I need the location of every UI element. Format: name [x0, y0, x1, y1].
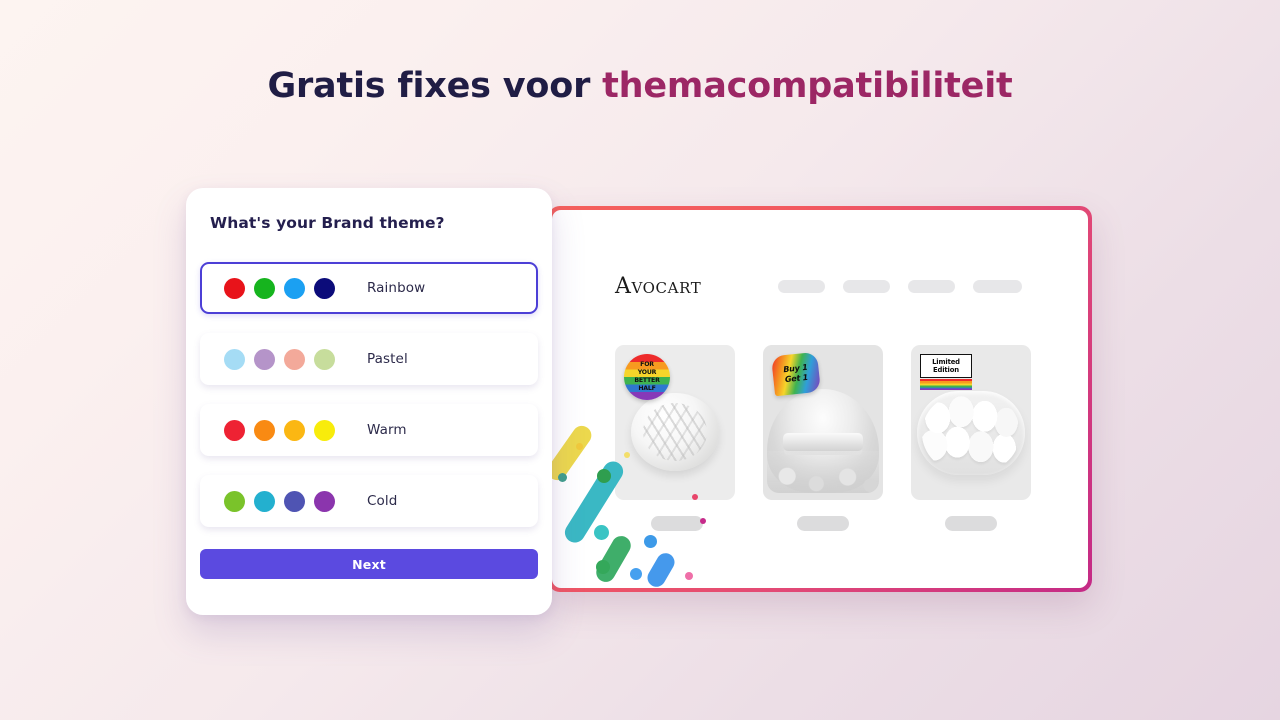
store-logo: Avocart: [615, 273, 702, 299]
store-header: Avocart: [615, 272, 1028, 300]
badge-buy-1-get-1: Buy 1 Get 1: [771, 351, 821, 397]
theme-swatches-pastel: [224, 348, 335, 370]
theme-option-rainbow[interactable]: Rainbow: [200, 262, 538, 314]
picker-title: What's your Brand theme?: [210, 214, 445, 232]
eggs-bowl-image: [917, 391, 1025, 475]
store-preview-frame: Avocart For Your Better Half: [548, 206, 1092, 592]
nav-placeholder-3: [908, 279, 955, 293]
color-swatch: [224, 277, 245, 299]
color-swatch: [314, 419, 335, 441]
color-swatch: [314, 490, 335, 512]
confetti-dot: [558, 473, 567, 482]
badge-limited-edition: Limited Edition: [920, 354, 972, 390]
theme-option-list: Rainbow Pastel Warm Cold: [200, 262, 538, 546]
theme-option-label: Warm: [367, 422, 407, 438]
store-preview-canvas: Avocart For Your Better Half: [552, 210, 1088, 588]
page-title: Gratis fixes voor themacompatibiliteit: [0, 66, 1280, 106]
color-swatch: [254, 348, 275, 370]
confetti-dot: [700, 518, 706, 524]
color-swatch: [254, 277, 275, 299]
confetti-dot: [597, 469, 611, 483]
store-nav-placeholders: [778, 279, 1028, 293]
nav-placeholder-4: [973, 279, 1022, 293]
color-swatch: [224, 490, 245, 512]
confetti-dot: [630, 568, 642, 580]
color-swatch: [284, 490, 305, 512]
product-title-placeholder-2: [797, 516, 849, 531]
page-title-plain: Gratis fixes voor: [267, 66, 603, 106]
nav-placeholder-2: [843, 279, 890, 293]
confetti-dot: [624, 452, 630, 458]
color-swatch: [224, 419, 245, 441]
product-image-3: Limited Edition: [911, 345, 1031, 500]
theme-swatches-cold: [224, 490, 335, 512]
product-title-placeholder-3: [945, 516, 997, 531]
badge-line-2: Get 1: [784, 372, 809, 385]
theme-option-cold[interactable]: Cold: [200, 475, 538, 527]
color-swatch: [284, 277, 305, 299]
theme-option-label: Rainbow: [367, 280, 426, 296]
color-swatch: [284, 348, 305, 370]
confetti-decoration: [552, 418, 792, 588]
badge-line-1: Limited: [932, 358, 960, 366]
confetti-dot: [576, 443, 583, 450]
badge-for-your-better-half: For Your Better Half: [624, 354, 670, 400]
theme-option-label: Pastel: [367, 351, 408, 367]
theme-swatches-rainbow: [224, 277, 335, 299]
badge-line-2: Your: [637, 369, 657, 376]
confetti-dot: [644, 535, 657, 548]
confetti-stripe: [592, 532, 635, 586]
brand-theme-picker-card: What's your Brand theme? Rainbow Pastel Wa…: [186, 188, 552, 615]
confetti-dot: [692, 494, 698, 500]
confetti-dot: [596, 560, 610, 574]
rainbow-stripes-icon: [920, 378, 972, 390]
color-swatch: [284, 419, 305, 441]
confetti-dot: [594, 525, 609, 540]
badge-line-3: Better: [634, 377, 660, 384]
color-swatch: [224, 348, 245, 370]
color-swatch: [314, 277, 335, 299]
theme-option-warm[interactable]: Warm: [200, 404, 538, 456]
theme-swatches-warm: [224, 419, 335, 441]
nav-placeholder-1: [778, 279, 825, 293]
badge-line-4: Half: [638, 385, 656, 392]
next-button[interactable]: Next: [200, 549, 538, 579]
product-card-3[interactable]: Limited Edition: [911, 345, 1031, 531]
badge-limited-edition-box: Limited Edition: [920, 354, 972, 378]
confetti-stripe: [644, 549, 678, 588]
badge-line-2: Edition: [933, 366, 959, 375]
theme-option-label: Cold: [367, 493, 398, 509]
theme-option-pastel[interactable]: Pastel: [200, 333, 538, 385]
color-swatch: [254, 419, 275, 441]
badge-line-1: For: [640, 361, 654, 368]
confetti-dot: [685, 572, 693, 580]
color-swatch: [254, 490, 275, 512]
page-title-accent: themacompatibiliteit: [602, 66, 1013, 106]
color-swatch: [314, 348, 335, 370]
